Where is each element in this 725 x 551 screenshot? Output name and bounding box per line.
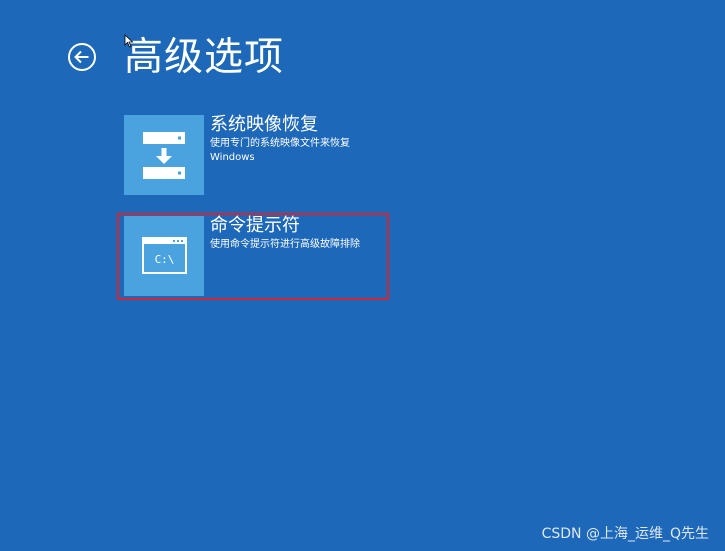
command-prompt-icon-text: C:\ — [155, 253, 175, 266]
system-image-restore-icon-box — [124, 115, 204, 195]
advanced-options-screen: 高级选项 系统映像恢复 使用专门的系统映像文件来恢复 Windows C:\ 命… — [0, 0, 725, 551]
system-image-recovery-description: 使用专门的系统映像文件来恢复 Windows — [210, 137, 410, 165]
command-prompt-description-line1: 使用命令提示符进行高级故障排除 — [210, 239, 360, 250]
command-prompt-icon: C:\ — [142, 237, 187, 274]
command-prompt-title: 命令提示符 — [210, 215, 300, 236]
command-prompt-icon-box: C:\ — [124, 216, 204, 296]
system-image-restore-icon — [143, 132, 185, 179]
page-title: 高级选项 — [124, 35, 285, 80]
back-arrow-icon — [68, 43, 96, 71]
system-image-recovery-description-line1: 使用专门的系统映像文件来恢复 — [210, 138, 350, 149]
system-image-recovery-option[interactable]: 系统映像恢复 使用专门的系统映像文件来恢复 Windows — [124, 114, 484, 195]
watermark: CSDN @上海_运维_Q先生 — [541, 526, 709, 542]
command-prompt-description: 使用命令提示符进行高级故障排除 — [210, 238, 410, 252]
mouse-cursor-icon — [124, 34, 134, 48]
command-prompt-option[interactable]: C:\ 命令提示符 使用命令提示符进行高级故障排除 — [124, 215, 484, 296]
back-button[interactable] — [67, 42, 97, 72]
system-image-recovery-description-line2: Windows — [210, 152, 255, 163]
system-image-recovery-title: 系统映像恢复 — [210, 114, 318, 135]
